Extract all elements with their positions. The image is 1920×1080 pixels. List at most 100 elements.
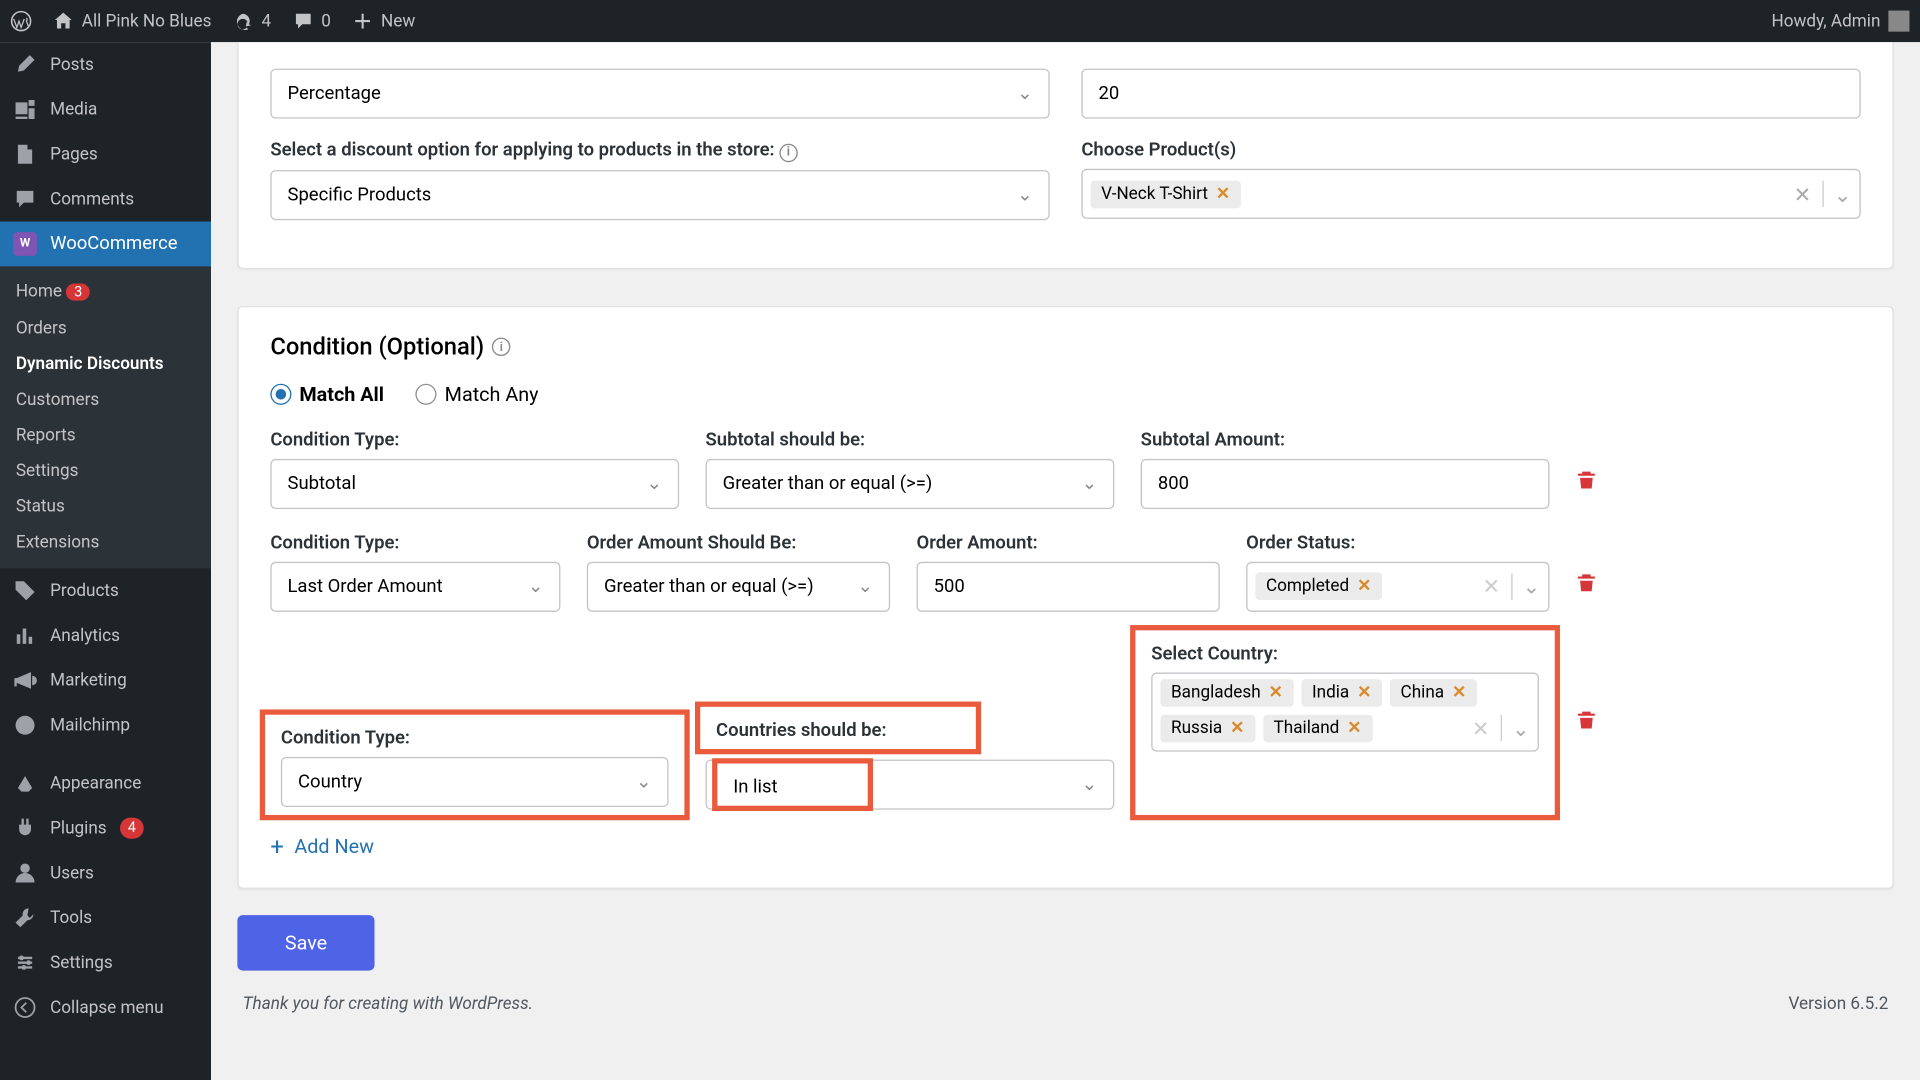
select-country-label: Select Country: — [1151, 643, 1539, 664]
chevron-down-icon: ⌄ — [1082, 473, 1097, 494]
clear-icon[interactable]: ✕ — [1472, 715, 1490, 740]
submenu-orders[interactable]: Orders — [0, 311, 211, 347]
country-tag: Russia✕ — [1160, 714, 1255, 742]
clear-icon[interactable]: ✕ — [1794, 181, 1812, 206]
menu-media[interactable]: Media — [0, 87, 211, 132]
site-link[interactable]: All Pink No Blues — [53, 11, 212, 32]
condition-row-2: Condition Type: Last Order Amount⌄ Order… — [270, 532, 1860, 611]
menu-analytics[interactable]: Analytics — [0, 613, 211, 658]
updates-link[interactable]: 4 — [233, 11, 272, 32]
select-country-tagbox[interactable]: Bangladesh✕ India✕ China✕ Russia✕ Thaila… — [1151, 672, 1539, 751]
submenu-dynamic-discounts[interactable]: Dynamic Discounts — [0, 347, 211, 383]
countries-cmp-select[interactable]: In list⌄ — [706, 759, 1115, 809]
condition-card: Condition (Optional)i Match All Match An… — [237, 305, 1893, 888]
remove-tag-icon[interactable]: ✕ — [1357, 576, 1371, 596]
discount-option-select[interactable]: Specific Products⌄ — [270, 169, 1049, 219]
match-any-radio[interactable]: Match Any — [416, 382, 539, 406]
main-content: Percentage⌄ Select a discount option for… — [211, 42, 1920, 1080]
order-cmp-select[interactable]: Greater than or equal (>=)⌄ — [587, 561, 890, 611]
product-tag: V-Neck T-Shirt✕ — [1091, 180, 1241, 208]
chevron-down-icon[interactable]: ⌄ — [1834, 181, 1852, 206]
add-new-condition-button[interactable]: +Add New — [270, 833, 1860, 861]
chevron-down-icon[interactable]: ⌄ — [1512, 715, 1530, 740]
chevron-down-icon: ⌄ — [647, 473, 662, 494]
cond-type-label: Condition Type: — [270, 532, 560, 553]
comments-link[interactable]: 0 — [292, 11, 331, 32]
remove-tag-icon[interactable]: ✕ — [1347, 718, 1361, 738]
remove-tag-icon[interactable]: ✕ — [1230, 718, 1244, 738]
order-amount-label: Order Amount: — [916, 532, 1219, 553]
chevron-down-icon: ⌄ — [858, 576, 873, 597]
highlight-select-country: Select Country: Bangladesh✕ India✕ China… — [1141, 635, 1550, 809]
menu-woocommerce[interactable]: WWooCommerce — [0, 222, 211, 267]
country-tag: Bangladesh✕ — [1160, 678, 1293, 706]
footer-thanks: Thank you for creating with WordPress. — [243, 994, 533, 1014]
subtotal-cmp-select[interactable]: Greater than or equal (>=)⌄ — [706, 458, 1115, 508]
chevron-down-icon: ⌄ — [636, 771, 651, 792]
info-icon: i — [779, 143, 797, 161]
delete-row-button[interactable] — [1576, 469, 1597, 509]
save-button[interactable]: Save — [237, 915, 374, 970]
cond-type-select[interactable]: Subtotal⌄ — [270, 458, 679, 508]
choose-products-tagbox[interactable]: V-Neck T-Shirt✕ ✕ ⌄ — [1081, 169, 1860, 219]
discount-amount-input[interactable] — [1081, 69, 1860, 119]
status-tag: Completed✕ — [1255, 572, 1382, 600]
remove-tag-icon[interactable]: ✕ — [1357, 682, 1371, 702]
discount-option-label: Select a discount option for applying to… — [270, 140, 1049, 162]
countries-cmp-label: Countries should be: — [706, 711, 971, 743]
remove-tag-icon[interactable]: ✕ — [1269, 682, 1283, 702]
country-tag: India✕ — [1301, 678, 1382, 706]
order-status-tagbox[interactable]: Completed✕ ✕ ⌄ — [1246, 561, 1549, 611]
chevron-down-icon: ⌄ — [1017, 83, 1032, 104]
menu-appearance[interactable]: Appearance — [0, 761, 211, 806]
chevron-down-icon: ⌄ — [1017, 184, 1032, 205]
submenu-extensions[interactable]: Extensions — [0, 525, 211, 561]
menu-tools[interactable]: Tools — [0, 895, 211, 940]
menu-marketing[interactable]: Marketing — [0, 658, 211, 703]
order-cmp-label: Order Amount Should Be: — [587, 532, 890, 553]
discount-card: Percentage⌄ Select a discount option for… — [237, 42, 1893, 268]
cond-type-label: Condition Type: — [270, 429, 679, 450]
info-icon: i — [492, 338, 510, 356]
remove-tag-icon[interactable]: ✕ — [1216, 184, 1230, 204]
avatar — [1888, 11, 1909, 32]
condition-title: Condition (Optional)i — [270, 333, 1860, 361]
remove-tag-icon[interactable]: ✕ — [1452, 682, 1466, 702]
menu-plugins[interactable]: Plugins 4 — [0, 806, 211, 851]
menu-products[interactable]: Products — [0, 568, 211, 613]
woocommerce-icon: W — [13, 232, 37, 256]
woocommerce-submenu: Home 3 Orders Dynamic Discounts Customer… — [0, 266, 211, 568]
match-all-radio[interactable]: Match All — [270, 382, 384, 406]
admin-sidebar: Posts Media Pages Comments WWooCommerce … — [0, 42, 211, 1080]
menu-posts[interactable]: Posts — [0, 42, 211, 87]
subtotal-cmp-label: Subtotal should be: — [706, 429, 1115, 450]
howdy-link[interactable]: Howdy, Admin — [1772, 11, 1910, 32]
footer-version: Version 6.5.2 — [1788, 994, 1888, 1014]
discount-type-select[interactable]: Percentage⌄ — [270, 69, 1049, 119]
menu-collapse[interactable]: Collapse menu — [0, 985, 211, 1030]
chevron-down-icon[interactable]: ⌄ — [1523, 574, 1541, 599]
cond-type-select[interactable]: Country⌄ — [281, 756, 669, 806]
menu-comments[interactable]: Comments — [0, 177, 211, 222]
submenu-status[interactable]: Status — [0, 489, 211, 525]
menu-settings[interactable]: Settings — [0, 940, 211, 985]
condition-row-1: Condition Type: Subtotal⌄ Subtotal shoul… — [270, 429, 1860, 508]
delete-row-button[interactable] — [1576, 709, 1597, 809]
footer: Thank you for creating with WordPress. V… — [237, 970, 1893, 1024]
new-link[interactable]: New — [352, 11, 415, 32]
subtotal-amount-input[interactable] — [1141, 458, 1550, 508]
order-amount-input[interactable] — [916, 561, 1219, 611]
cond-type-select[interactable]: Last Order Amount⌄ — [270, 561, 560, 611]
submenu-reports[interactable]: Reports — [0, 418, 211, 454]
menu-pages[interactable]: Pages — [0, 132, 211, 177]
submenu-settings[interactable]: Settings — [0, 454, 211, 490]
country-tag: Thailand✕ — [1263, 714, 1372, 742]
clear-icon[interactable]: ✕ — [1482, 574, 1500, 599]
delete-row-button[interactable] — [1576, 572, 1597, 612]
cond-type-label: Condition Type: — [281, 727, 669, 748]
wp-logo-icon[interactable] — [11, 11, 32, 32]
submenu-customers[interactable]: Customers — [0, 382, 211, 418]
menu-mailchimp[interactable]: Mailchimp — [0, 703, 211, 748]
submenu-home[interactable]: Home 3 — [0, 274, 211, 311]
menu-users[interactable]: Users — [0, 851, 211, 896]
